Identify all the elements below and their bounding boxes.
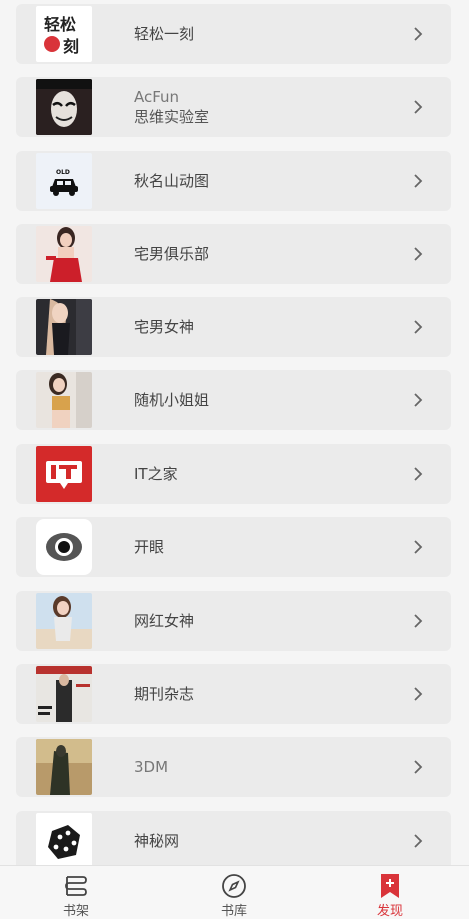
old-car-icon: OLD	[36, 153, 92, 209]
svg-text:刻: 刻	[63, 37, 79, 56]
bookmark-add-icon	[376, 872, 404, 900]
item-title: 3DM	[134, 758, 169, 776]
list-item[interactable]: OLD 秋名山动图	[16, 151, 451, 211]
chevron-right-icon	[409, 318, 427, 336]
photo-thumbnail-icon	[36, 299, 92, 355]
list-item[interactable]: 3DM	[16, 737, 451, 797]
svg-text:轻松: 轻松	[44, 15, 76, 34]
game-art-icon	[36, 739, 92, 795]
list-item[interactable]: 随机小姐姐	[16, 370, 451, 430]
chevron-right-icon	[409, 465, 427, 483]
chevron-right-icon	[409, 391, 427, 409]
bottom-tab-bar: 书架 书库 发现	[0, 865, 469, 919]
compass-icon	[220, 872, 248, 900]
photo-thumbnail-icon	[36, 226, 92, 282]
chevron-right-icon	[409, 25, 427, 43]
brand-logo-icon: 轻松 刻	[36, 6, 92, 62]
list-item[interactable]: 宅男女神	[16, 297, 451, 357]
tab-label: 发现	[376, 904, 403, 919]
chevron-right-icon	[409, 98, 427, 116]
chevron-right-icon	[409, 245, 427, 263]
item-title: 宅男女神	[134, 318, 195, 336]
item-title: IT之家	[134, 465, 178, 483]
magazine-cover-icon	[36, 666, 92, 722]
list-item[interactable]: 期刊杂志	[16, 664, 451, 724]
list-item[interactable]: AcFun 思维实验室	[16, 77, 451, 137]
list-item[interactable]: 开眼	[16, 517, 451, 577]
chevron-right-icon	[409, 612, 427, 630]
tab-label: 书库	[220, 904, 247, 919]
item-title: 网红女神	[134, 612, 195, 630]
item-title: 神秘网	[134, 832, 180, 850]
item-title: 宅男俱乐部	[134, 245, 210, 263]
chevron-right-icon	[409, 832, 427, 850]
item-subtitle: 思维实验室	[134, 108, 210, 126]
photo-thumbnail-icon	[36, 593, 92, 649]
chevron-right-icon	[409, 758, 427, 776]
dice-icon	[36, 813, 92, 866]
tab-discover[interactable]: 发现	[330, 866, 450, 919]
tab-bookshelf[interactable]: 书架	[16, 866, 136, 919]
chevron-right-icon	[409, 172, 427, 190]
item-title: 随机小姐姐	[134, 391, 210, 409]
list-item[interactable]: 轻松 刻 轻松一刻	[16, 4, 451, 64]
photo-thumbnail-icon	[36, 372, 92, 428]
item-title: 期刊杂志	[134, 685, 195, 703]
item-title: AcFun	[134, 88, 180, 106]
list-item[interactable]: 宅男俱乐部	[16, 224, 451, 284]
item-title: 秋名山动图	[134, 172, 210, 190]
bookshelf-icon	[62, 872, 90, 900]
chevron-right-icon	[409, 685, 427, 703]
chevron-right-icon	[409, 538, 427, 556]
list-item[interactable]: 网红女神	[16, 591, 451, 651]
it-logo-icon	[36, 446, 92, 502]
svg-text:OLD: OLD	[56, 169, 70, 176]
tab-label: 书架	[62, 904, 89, 919]
list-item[interactable]: 神秘网	[16, 811, 451, 866]
item-title: 轻松一刻	[134, 25, 195, 43]
discover-list: 轻松 刻 轻松一刻 AcFun 思维实验室 OLD 秋名山动图 宅男俱乐部 宅男…	[0, 0, 469, 866]
list-item[interactable]: IT之家	[16, 444, 451, 504]
mask-avatar-icon	[36, 79, 92, 135]
item-title: 开眼	[134, 538, 165, 556]
eye-icon	[36, 519, 92, 575]
tab-library[interactable]: 书库	[174, 866, 294, 919]
